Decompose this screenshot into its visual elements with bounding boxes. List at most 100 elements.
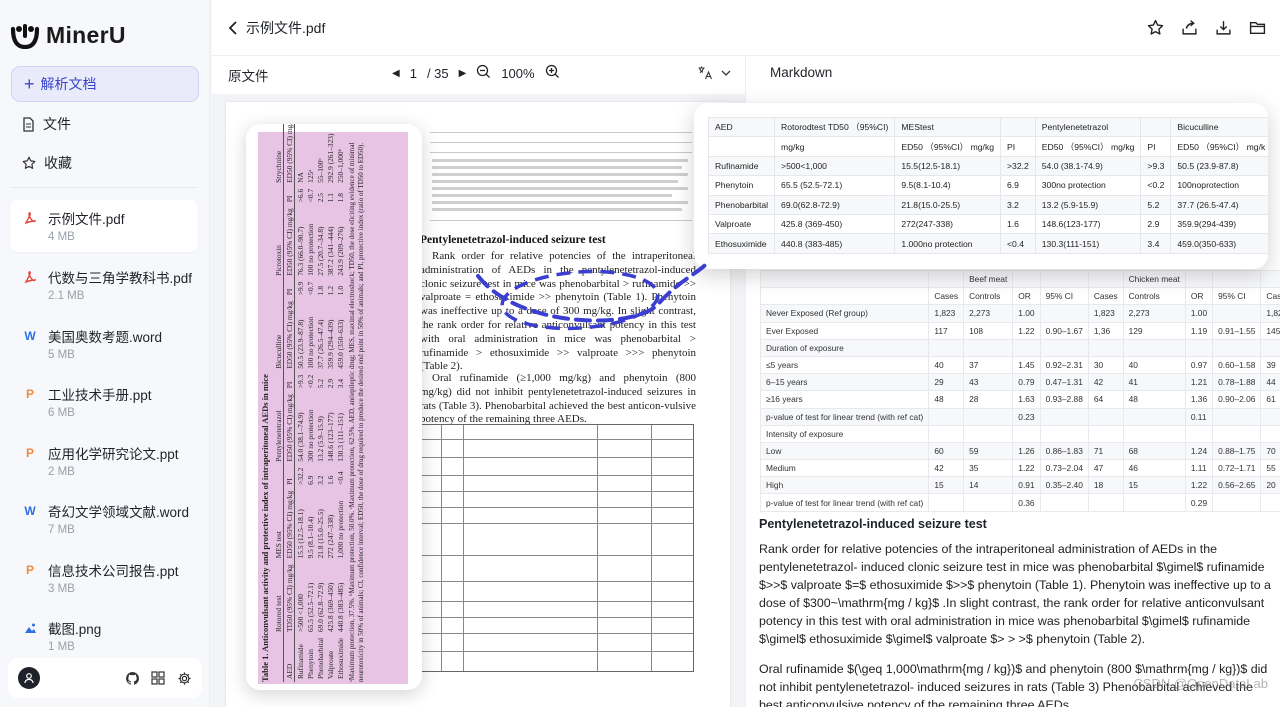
table-cell bbox=[1039, 338, 1089, 357]
table-cell: 1.63 bbox=[1012, 390, 1041, 409]
file-item[interactable]: P 应用化学研究论文.ppt 2 MB bbox=[10, 435, 198, 487]
table-cell: ≤5 years bbox=[759, 355, 930, 375]
table-cell: 0.29 bbox=[1184, 493, 1214, 512]
user-avatar-icon[interactable] bbox=[18, 667, 40, 689]
table-cell: 6.9 bbox=[305, 475, 315, 485]
markdown-toolbar: Markdown bbox=[746, 56, 1280, 94]
download-icon[interactable] bbox=[1214, 18, 1232, 36]
table-cell: PI bbox=[283, 464, 295, 488]
table-cell: Beef meat bbox=[963, 269, 1014, 289]
file-item[interactable]: P 信息技术公司报告.ppt 3 MB bbox=[10, 552, 198, 604]
table-cell: Bicuculline bbox=[273, 278, 284, 372]
table-cell: AED bbox=[707, 116, 776, 138]
file-item[interactable]: 代数与三角学教科书.pdf 2.1 MB bbox=[10, 259, 198, 311]
github-icon[interactable] bbox=[124, 670, 140, 686]
table-cell: 100 no protection bbox=[305, 223, 315, 276]
table-cell: 95% CI bbox=[1212, 287, 1262, 306]
table-cell: 2.9 bbox=[1140, 213, 1172, 235]
table-cell: OR bbox=[1012, 287, 1041, 306]
table-cell: 0.90–2.06 bbox=[1212, 390, 1262, 409]
table-row: Valproate 425.8 (369–450) 272 (247–338) 1.6… bbox=[325, 124, 335, 682]
table-cell: p-value of test for linear trend (with r… bbox=[759, 493, 930, 512]
magnified-parsed-table: AED Rotorodtest TD50 （95%CI) MEStest Pentyl… bbox=[694, 103, 1268, 269]
app-name: MinerU bbox=[46, 22, 126, 48]
logo[interactable]: MinerU bbox=[10, 22, 126, 49]
table-row: ≤5 years 40 37 1.45 0.92–2.31 30 40 0.97 0.60–1.… bbox=[759, 355, 1280, 375]
ppt-icon: P bbox=[25, 446, 34, 460]
magnified-original-table: Table 1. Anticonvulsant activity and pro… bbox=[246, 124, 422, 690]
table-cell: 100noprotection bbox=[1170, 175, 1268, 196]
favorite-star-icon[interactable] bbox=[1146, 18, 1164, 36]
table-cell: 1.6 bbox=[1000, 213, 1036, 235]
table-cell: <0.7 bbox=[305, 281, 315, 296]
back-button[interactable]: 示例文件.pdf bbox=[228, 18, 325, 38]
table-cell: Ever Exposed bbox=[759, 321, 930, 340]
table-cell: 300no protection bbox=[1034, 175, 1142, 196]
zoom-in-icon[interactable] bbox=[545, 64, 560, 83]
table-cell: Duration of exposure bbox=[759, 338, 930, 357]
rotated-table: Rotorod test MES test Pentylenetetrazol Bic… bbox=[273, 124, 345, 682]
table-cell: 1.2 bbox=[325, 285, 335, 296]
file-name: 示例文件.pdf bbox=[48, 212, 125, 227]
table-cell bbox=[1039, 269, 1089, 289]
document-title: 示例文件.pdf bbox=[246, 20, 326, 36]
table-cell bbox=[1184, 424, 1214, 443]
table-row: Intensity of exposure bbox=[759, 424, 1280, 443]
parse-document-button[interactable]: + 解析文档 bbox=[11, 66, 199, 102]
table-cell: 1,000 no protection bbox=[335, 500, 345, 559]
file-item[interactable]: 截图.png 1 MB bbox=[10, 610, 198, 662]
table-cell: <0.4 bbox=[1000, 233, 1036, 254]
sidebar-footer bbox=[8, 658, 202, 698]
table-cell: 0.90–1.67 bbox=[1039, 321, 1089, 340]
share-icon[interactable] bbox=[1180, 18, 1198, 36]
settings-gear-icon[interactable] bbox=[176, 670, 192, 686]
table-cell: 459.0 (350–633) bbox=[335, 319, 345, 369]
file-item[interactable]: W 奇幻文学领域文献.word 7 MB bbox=[10, 493, 198, 545]
table-cell: 69.0 (62.8–72.9) bbox=[315, 582, 325, 632]
table-cell: 0.97 bbox=[1184, 355, 1214, 375]
next-page-icon[interactable]: ▶ bbox=[459, 68, 467, 79]
file-size: 7 MB bbox=[48, 524, 75, 536]
table-row: Phenobarbital 69.0 (62.8–72.9) 21.8 (15.0–… bbox=[315, 124, 325, 682]
nav-favorites[interactable]: 收藏 bbox=[22, 153, 72, 173]
table-cell: 1.21 bbox=[1184, 373, 1214, 392]
table-row: Rufinamide >500 <1,000 15.5 (12.5–18.1) >32… bbox=[295, 124, 306, 682]
table-cell: 0.91 bbox=[1012, 476, 1041, 495]
prev-page-icon[interactable]: ◀ bbox=[392, 68, 400, 79]
translate-dropdown[interactable] bbox=[697, 65, 731, 81]
table-cell: 300 no protection bbox=[305, 409, 315, 462]
table-cell: 15 bbox=[928, 476, 965, 495]
table-cell: 0.47–1.31 bbox=[1039, 373, 1089, 392]
table-cell: TD50 (95% CI) mg/kg bbox=[283, 561, 295, 635]
file-item-active[interactable]: 示例文件.pdf 4 MB bbox=[10, 200, 198, 252]
table-cell: >32.2 bbox=[295, 467, 305, 485]
table-cell: 59 bbox=[963, 441, 1014, 461]
table-cell: Rufinamide bbox=[707, 155, 776, 177]
table-cell: 40 bbox=[928, 355, 965, 375]
table-cell: MEStest bbox=[894, 116, 1002, 138]
table-cell: 3.4 bbox=[1140, 233, 1172, 254]
table-cell: ED50 (95% CI) mg/kg bbox=[283, 205, 295, 279]
image-icon bbox=[22, 620, 38, 636]
folder-icon[interactable] bbox=[1248, 18, 1266, 36]
table-cell: 76.3 (66.0–90.7) bbox=[295, 226, 305, 276]
table-header-row: AED TD50 (95% CI) mg/kg ED50 (95% CI) mg/k… bbox=[283, 124, 295, 682]
table-cell: 15.5(12.5-18.1) bbox=[894, 155, 1002, 177]
zoom-out-icon[interactable] bbox=[476, 64, 491, 83]
table-cell: 43 bbox=[963, 373, 1014, 392]
table-row: Valproate 425.8 (369-450) 272(247-338) 1.6 1… bbox=[707, 213, 1268, 235]
table-cell: 425.8 (369–450) bbox=[325, 582, 335, 632]
nav-files[interactable]: 文件 bbox=[22, 114, 71, 134]
word-icon: W bbox=[24, 329, 36, 343]
table-cell: 15.5 (12.5–18.1) bbox=[295, 509, 305, 559]
table-cell bbox=[928, 493, 965, 512]
apps-grid-icon[interactable] bbox=[150, 670, 166, 686]
file-name: 截图.png bbox=[48, 622, 102, 637]
current-page[interactable]: 1 bbox=[410, 66, 417, 81]
file-item[interactable]: W 美国奥数考题.word 5 MB bbox=[10, 318, 198, 370]
file-item[interactable]: P 工业技术手册.ppt 6 MB bbox=[10, 376, 198, 428]
table-cell: MES test bbox=[273, 464, 284, 562]
table-cell: AED bbox=[283, 634, 295, 682]
table-cell: 1.8 bbox=[335, 193, 345, 203]
table-cell: 0.73–2.04 bbox=[1039, 459, 1089, 478]
